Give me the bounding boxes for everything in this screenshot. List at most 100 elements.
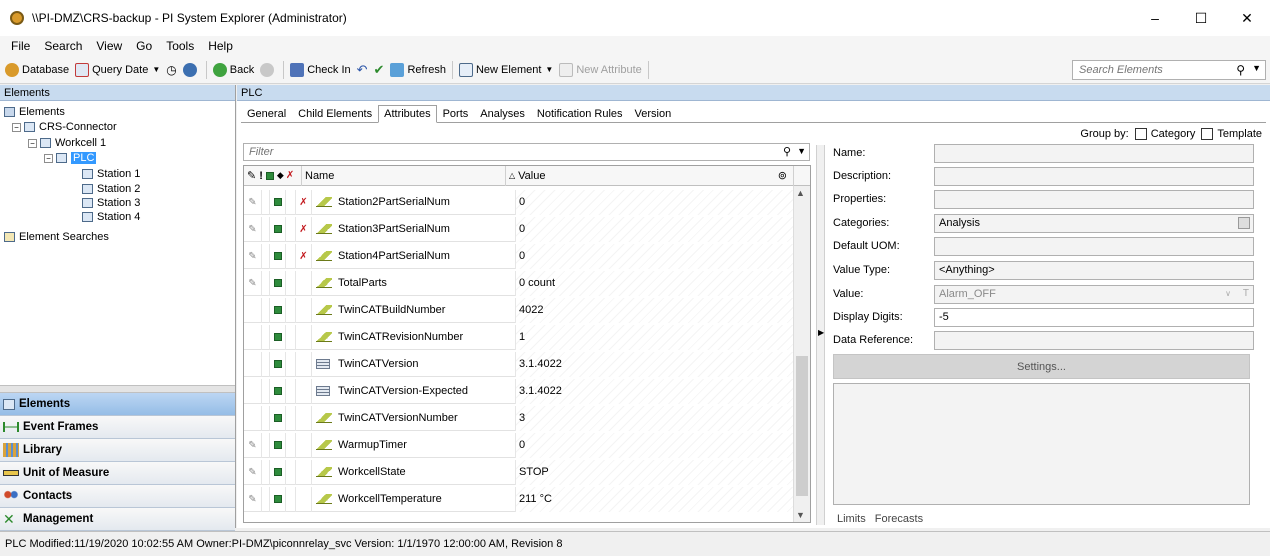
table-row[interactable]: TwinCATVersion 3.1.4022	[244, 351, 794, 377]
attribute-name-cell[interactable]: Station4PartSerialNum	[312, 243, 516, 269]
nav-event-frames[interactable]: Event Frames	[0, 416, 235, 439]
splitter-grip[interactable]	[0, 385, 235, 393]
query-date-button[interactable]: Query Date ▼	[72, 59, 163, 81]
attribute-value-cell[interactable]: 3.1.4022	[516, 378, 794, 404]
tab-ports[interactable]: Ports	[437, 105, 475, 123]
nav-elements[interactable]: Elements	[0, 393, 235, 416]
display-digits-field[interactable]: -5	[934, 307, 1254, 327]
tree-item-station-4[interactable]: Station 4	[82, 211, 140, 223]
collapse-icon[interactable]: −	[12, 122, 21, 132]
menu-file[interactable]: File	[4, 39, 37, 53]
menu-view[interactable]: View	[89, 39, 129, 53]
checkmark-button[interactable]: ✔	[371, 59, 388, 81]
limits-link[interactable]: Limits	[837, 513, 866, 525]
table-row[interactable]: ✎ WorkcellState STOP	[244, 459, 794, 485]
attribute-value-cell[interactable]: STOP	[516, 459, 794, 485]
back-button[interactable]: Back	[210, 59, 257, 81]
tree-root-elements[interactable]: Elements	[4, 106, 65, 118]
value-type-field[interactable]: <Anything>	[934, 260, 1254, 280]
tab-child-elements[interactable]: Child Elements	[292, 105, 378, 123]
attribute-name-cell[interactable]: TwinCATVersion	[312, 351, 516, 377]
tab-version[interactable]: Version	[629, 105, 678, 123]
tree-item-plc[interactable]: − PLC	[44, 152, 97, 164]
data-reference-field[interactable]	[934, 330, 1254, 350]
column-chooser-icon[interactable]: ⊚	[778, 169, 787, 182]
table-row[interactable]: TwinCATBuildNumber 4022	[244, 297, 794, 323]
tab-analyses[interactable]: Analyses	[474, 105, 531, 123]
search-icon[interactable]: ⚲	[783, 145, 791, 158]
attribute-name-cell[interactable]: TwinCATRevisionNumber	[312, 324, 516, 350]
attribute-name-cell[interactable]: Station3PartSerialNum	[312, 216, 516, 242]
tree-item-station-1[interactable]: Station 1	[82, 168, 140, 180]
close-button[interactable]: ✕	[1224, 0, 1270, 36]
tree-item-station-2[interactable]: Station 2	[82, 183, 140, 195]
table-row[interactable]: ✎ ✗ Station3PartSerialNum 0	[244, 216, 794, 242]
table-row[interactable]: TwinCATVersionNumber 3	[244, 405, 794, 431]
menu-search[interactable]: Search	[37, 39, 89, 53]
search-elements-input[interactable]	[1077, 63, 1227, 77]
database-button[interactable]: Database	[2, 59, 72, 81]
attribute-value-cell[interactable]: 0	[516, 216, 794, 242]
table-row[interactable]: TwinCATRevisionNumber 1	[244, 324, 794, 350]
description-field[interactable]	[934, 166, 1254, 186]
minimize-button[interactable]: –	[1132, 0, 1178, 36]
table-row[interactable]: ✎ WorkcellTemperature 211 °C	[244, 486, 794, 512]
attribute-name-cell[interactable]: TotalParts	[312, 270, 516, 296]
scroll-down-icon[interactable]: ▼	[796, 510, 805, 520]
search-icon[interactable]: ⚲	[1236, 63, 1245, 77]
category-checkbox[interactable]	[1134, 128, 1147, 140]
name-field[interactable]	[934, 143, 1254, 163]
browse-icon[interactable]	[1238, 216, 1250, 229]
nav-contacts[interactable]: Contacts	[0, 485, 235, 508]
table-row[interactable]: ✎ TotalParts 0 count	[244, 270, 794, 296]
scroll-thumb[interactable]	[796, 356, 808, 496]
nav-management[interactable]: ✕ Management	[0, 508, 235, 531]
attribute-value-cell[interactable]: 0 count	[516, 270, 794, 296]
undo-button[interactable]: ↶	[354, 59, 371, 81]
header-value[interactable]: △ Value ⊚	[506, 166, 794, 186]
chevron-down-icon[interactable]: ∨	[1225, 289, 1231, 298]
forward-button[interactable]	[257, 59, 280, 81]
tree-item-crs-connector[interactable]: − CRS-Connector	[12, 121, 117, 133]
attribute-value-cell[interactable]: 211 °C	[516, 486, 794, 512]
menu-help[interactable]: Help	[201, 39, 240, 53]
vertical-scrollbar[interactable]: ▲ ▼	[793, 186, 810, 522]
header-name[interactable]: Name	[302, 166, 506, 186]
new-element-button[interactable]: New Element ▼	[456, 59, 556, 81]
maximize-button[interactable]: ☐	[1178, 0, 1224, 36]
attribute-value-cell[interactable]: 0	[516, 432, 794, 458]
default-uom-field[interactable]	[934, 236, 1254, 256]
attribute-value-cell[interactable]: 0	[516, 243, 794, 269]
attribute-value-cell[interactable]: 3.1.4022	[516, 351, 794, 377]
menu-tools[interactable]: Tools	[159, 39, 201, 53]
collapse-icon[interactable]: −	[28, 138, 37, 148]
attribute-name-cell[interactable]: WorkcellState	[312, 459, 516, 485]
tab-attributes[interactable]: Attributes	[378, 105, 437, 123]
attribute-value-cell[interactable]: 0	[516, 189, 794, 215]
chevron-down-icon[interactable]: ▼	[1252, 63, 1261, 73]
nav-unit-of-measure[interactable]: Unit of Measure	[0, 462, 235, 485]
tree-item-element-searches[interactable]: Element Searches	[4, 231, 109, 243]
categories-field[interactable]: Analysis	[934, 213, 1254, 233]
check-in-button[interactable]: Check In	[287, 59, 353, 81]
tab-notification-rules[interactable]: Notification Rules	[531, 105, 629, 123]
filter-input[interactable]	[247, 145, 747, 159]
tree-item-workcell-1[interactable]: − Workcell 1	[28, 137, 106, 149]
connect-button[interactable]	[180, 59, 203, 81]
attribute-name-cell[interactable]: TwinCATVersion-Expected	[312, 378, 516, 404]
attribute-value-cell[interactable]: 3	[516, 405, 794, 431]
attribute-name-cell[interactable]: WarmupTimer	[312, 432, 516, 458]
chevron-down-icon[interactable]: ▼	[797, 146, 806, 156]
forecasts-link[interactable]: Forecasts	[875, 513, 923, 525]
table-row[interactable]: ✎ ✗ Station4PartSerialNum 0	[244, 243, 794, 269]
value-field[interactable]: Alarm_OFF ∨ T	[934, 284, 1254, 304]
attribute-name-cell[interactable]: Station2PartSerialNum	[312, 189, 516, 215]
tab-general[interactable]: General	[241, 105, 292, 123]
clock-button[interactable]: ◷	[163, 59, 179, 81]
attribute-value-cell[interactable]: 1	[516, 324, 794, 350]
menu-go[interactable]: Go	[129, 39, 159, 53]
attribute-name-cell[interactable]: WorkcellTemperature	[312, 486, 516, 512]
attribute-name-cell[interactable]: TwinCATBuildNumber	[312, 297, 516, 323]
t-button[interactable]: T	[1243, 288, 1249, 299]
settings-button[interactable]: Settings...	[833, 354, 1250, 379]
